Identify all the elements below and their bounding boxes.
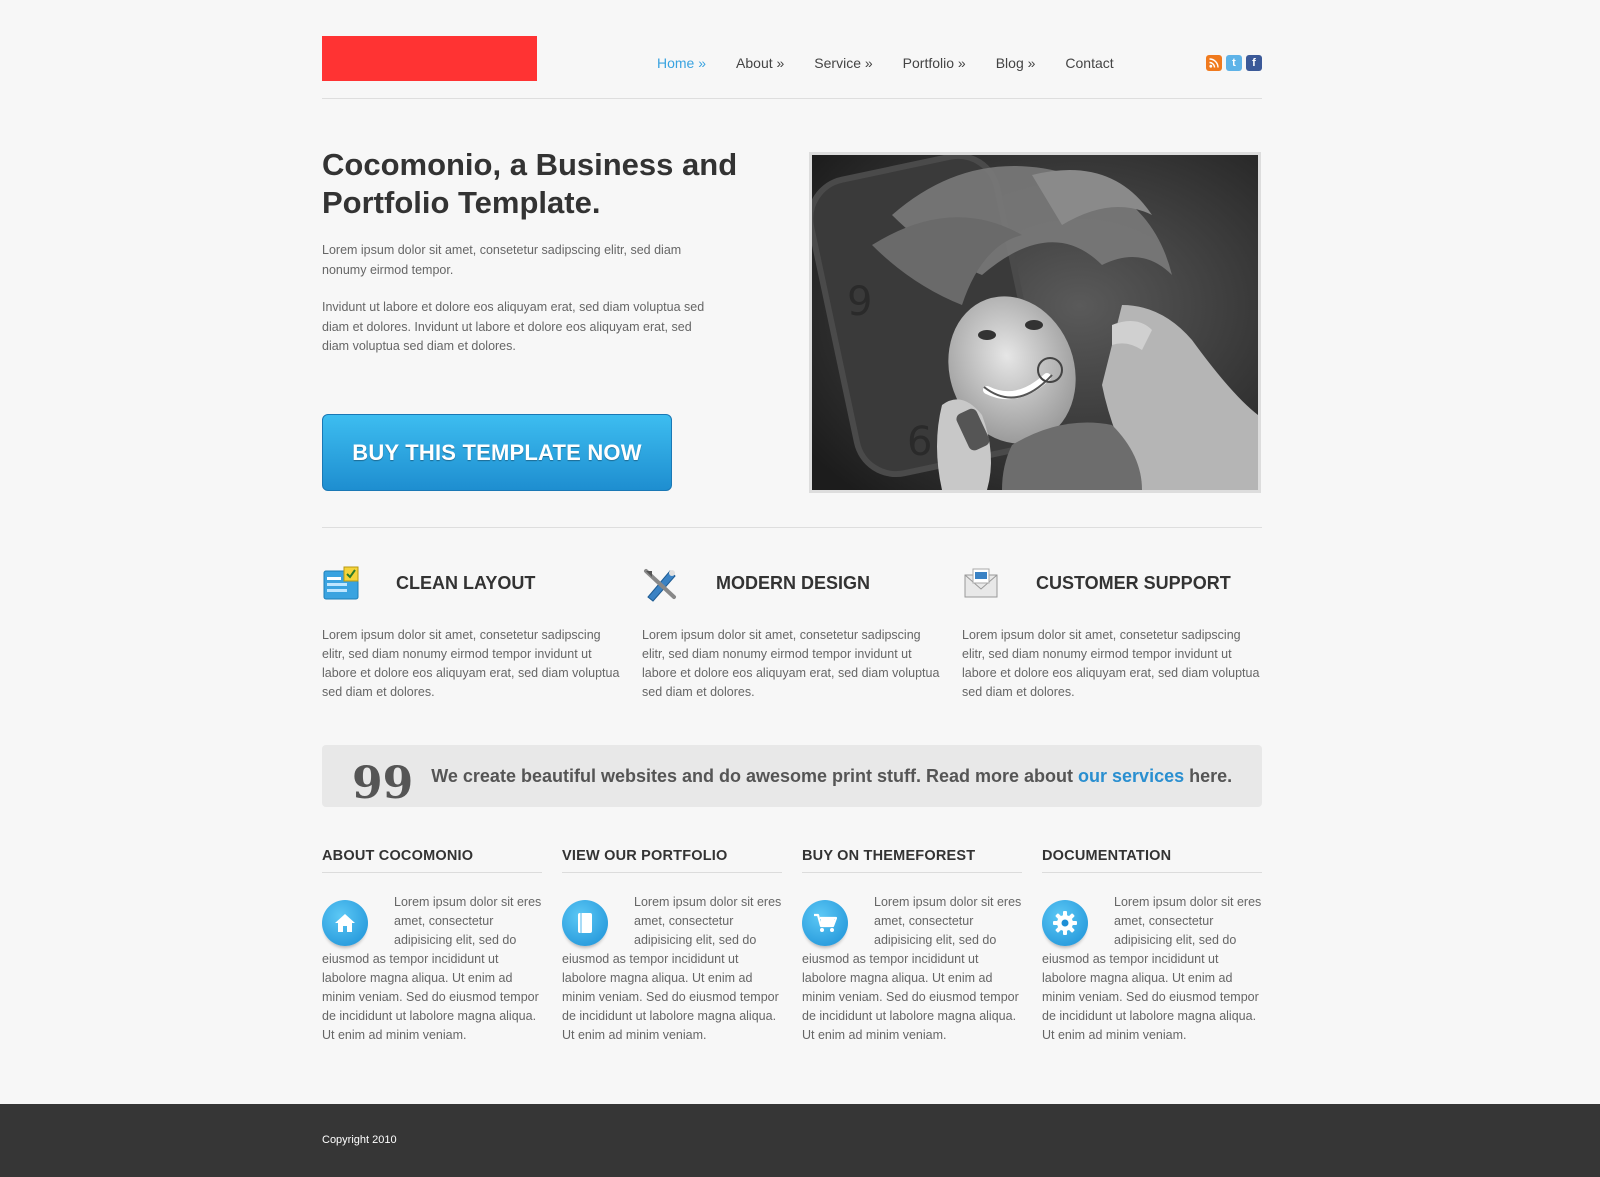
hero-divider bbox=[322, 527, 1262, 528]
feature-title: MODERN DESIGN bbox=[716, 573, 871, 593]
mail-icon bbox=[962, 565, 1000, 603]
column-documentation: DOCUMENTATION Lorem ipsum dolor sit eres… bbox=[1042, 848, 1262, 1042]
feature-text: Lorem ipsum dolor sit amet, consetetur s… bbox=[322, 628, 620, 699]
buy-template-button[interactable]: BUY THIS TEMPLATE NOW bbox=[322, 414, 672, 491]
quote-text-before: We create beautiful websites and do awes… bbox=[431, 765, 1079, 786]
feature-title: CLEAN LAYOUT bbox=[396, 573, 536, 593]
facebook-icon[interactable]: f bbox=[1246, 55, 1262, 71]
column-text-wrap: Lorem ipsum dolor sit eres amet, consect… bbox=[322, 893, 542, 1045]
nav-item-contact[interactable]: Contact bbox=[1065, 55, 1113, 71]
nav-item-portfolio[interactable]: Portfolio » bbox=[903, 55, 966, 71]
column-text-wrap: Lorem ipsum dolor sit eres amet, consect… bbox=[562, 893, 782, 1045]
nav-item-service[interactable]: Service » bbox=[814, 55, 872, 71]
site-logo[interactable] bbox=[322, 36, 537, 81]
header-divider bbox=[322, 98, 1262, 99]
copyright-text: Copyright 2010 bbox=[322, 1134, 397, 1146]
layout-icon bbox=[322, 565, 360, 603]
hero-body-text: Invidunt ut labore et dolore eos aliquya… bbox=[322, 300, 705, 353]
footer: Copyright 2010 bbox=[0, 1104, 1600, 1177]
rss-icon[interactable] bbox=[1206, 55, 1222, 71]
social-links: t f bbox=[1206, 55, 1262, 71]
quote-text: We create beautiful websites and do awes… bbox=[431, 766, 1232, 787]
nav-item-about[interactable]: About » bbox=[736, 55, 784, 71]
column-text-wrap: Lorem ipsum dolor sit eres amet, consect… bbox=[1042, 893, 1262, 1045]
main-nav: Home » About » Service » Portfolio » Blo… bbox=[657, 55, 1144, 71]
column-about: ABOUT COCOMONIO Lorem ipsum dolor sit er… bbox=[322, 848, 542, 1042]
feature-text: Lorem ipsum dolor sit amet, consetetur s… bbox=[642, 628, 940, 699]
column-title: BUY ON THEMEFOREST bbox=[802, 848, 1022, 873]
our-services-link[interactable]: our services bbox=[1078, 766, 1184, 786]
quote-text-after: here. bbox=[1184, 765, 1233, 786]
column-portfolio: VIEW OUR PORTFOLIO Lorem ipsum dolor sit… bbox=[562, 848, 782, 1042]
twitter-icon[interactable]: t bbox=[1226, 55, 1242, 71]
column-text-wrap: Lorem ipsum dolor sit eres amet, consect… bbox=[802, 893, 1022, 1045]
column-themeforest: BUY ON THEMEFOREST Lorem ipsum dolor sit… bbox=[802, 848, 1022, 1042]
quote-banner: 99 We create beautiful websites and do a… bbox=[322, 745, 1262, 807]
quote-mark-icon: 99 bbox=[352, 758, 414, 809]
woman-phone-photo: 9 6 bbox=[812, 155, 1258, 490]
feature-title: CUSTOMER SUPPORT bbox=[1036, 573, 1231, 593]
pen-tool-icon bbox=[642, 565, 680, 603]
column-title: VIEW OUR PORTFOLIO bbox=[562, 848, 782, 873]
svg-text:9: 9 bbox=[847, 279, 872, 325]
feature-text: Lorem ipsum dolor sit amet, consetetur s… bbox=[962, 628, 1260, 699]
nav-item-home[interactable]: Home » bbox=[657, 55, 706, 71]
nav-item-blog[interactable]: Blog » bbox=[996, 55, 1036, 71]
hero-photo: 9 6 bbox=[809, 152, 1261, 493]
hero-title: Cocomonio, a Business and Portfolio Temp… bbox=[322, 147, 738, 220]
svg-text:6: 6 bbox=[907, 419, 932, 465]
column-title: ABOUT COCOMONIO bbox=[322, 848, 542, 873]
column-title: DOCUMENTATION bbox=[1042, 848, 1262, 873]
hero-intro-text: Lorem ipsum dolor sit amet, consetetur s… bbox=[322, 243, 682, 277]
